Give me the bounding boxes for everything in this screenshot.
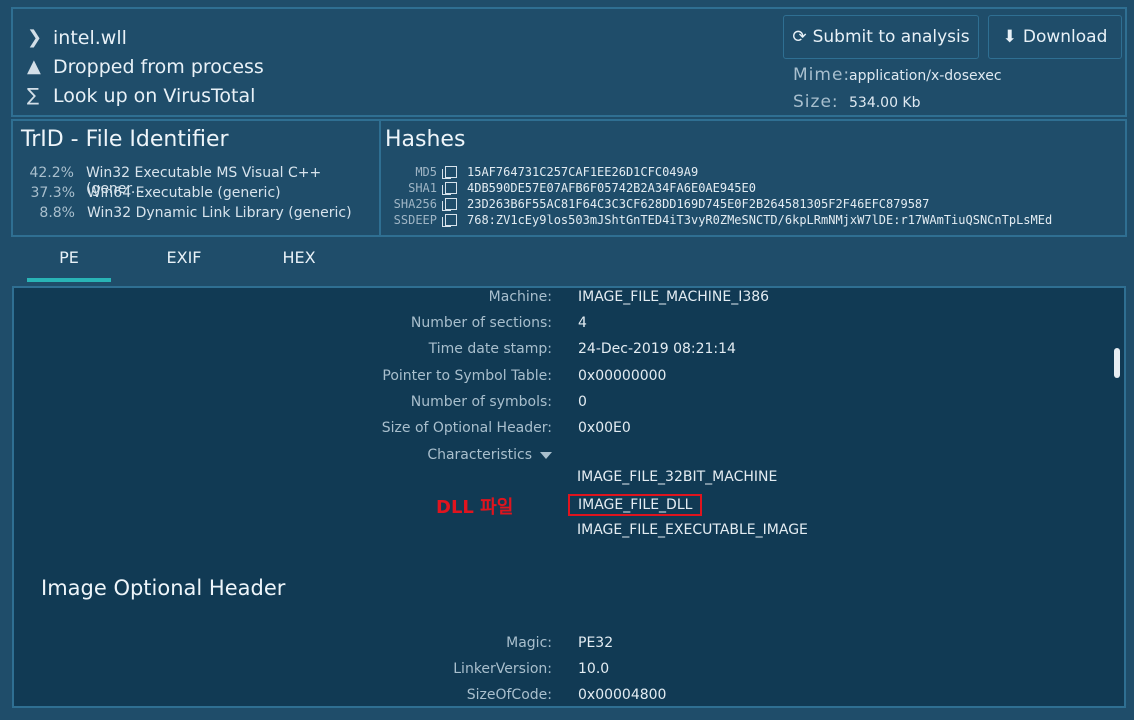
copy-icon[interactable] xyxy=(442,214,457,227)
pe-key: Machine: xyxy=(488,289,552,305)
characteristics-toggle[interactable]: Characteristics xyxy=(14,442,552,468)
pe-row-sections: Number of sections: 4 xyxy=(14,310,587,336)
pe-row-symbol-table: Pointer to Symbol Table: 0x00000000 xyxy=(14,363,666,389)
pe-row-machine: Machine: IMAGE_FILE_MACHINE_I386 xyxy=(14,288,770,310)
hash-key: SHA1 xyxy=(408,181,437,195)
copy-icon[interactable] xyxy=(442,182,457,195)
characteristic-flag-highlighted: IMAGE_FILE_DLL xyxy=(568,494,703,516)
hashes-section: Hashes MD5 15AF764731C257CAF1EE26D1CFC04… xyxy=(381,121,1125,235)
mime-row: Mime: application/x-dosexec xyxy=(793,65,1002,85)
copy-icon[interactable] xyxy=(442,166,457,179)
pe-value: PE32 xyxy=(578,635,614,651)
caret-down-icon xyxy=(540,451,552,459)
file-name-row: ❯ intel.wll xyxy=(27,23,264,52)
file-name: intel.wll xyxy=(53,26,127,49)
pe-row-symbols: Number of symbols: 0 xyxy=(14,389,587,415)
trid-percent: 8.8% xyxy=(39,205,75,221)
hash-row-sha1: SHA1 4DB590DE57E07AFB6F05742B2A34FA6E0AE… xyxy=(381,181,756,195)
pe-key: Pointer to Symbol Table: xyxy=(382,368,552,384)
size-value: 534.00 Kb xyxy=(849,95,921,111)
trid-row: 37.3% Win64 Executable (generic) xyxy=(13,185,281,201)
hash-row-ssdeep: SSDEEP 768:ZV1cEy9los503mJShtGnTED4iT3vy… xyxy=(381,213,1052,227)
size-label: Size: xyxy=(793,92,839,112)
optional-header-title: Image Optional Header xyxy=(41,576,286,600)
pe-value: 0 xyxy=(578,394,587,410)
hash-key: SSDEEP xyxy=(393,213,437,227)
hash-value[interactable]: 15AF764731C257CAF1EE26D1CFC049A9 xyxy=(467,165,698,179)
trid-title: TrID - File Identifier xyxy=(21,127,229,152)
virustotal-link[interactable]: ∑ Look up on VirusTotal xyxy=(27,81,264,110)
dll-annotation: DLL 파일 xyxy=(436,497,514,518)
refresh-icon: ⟳ xyxy=(792,27,807,47)
characteristics-header: Characteristics xyxy=(14,447,552,463)
chevron-right-icon: ❯ xyxy=(27,27,43,48)
opt-row-magic: Magic: PE32 xyxy=(14,630,613,656)
submit-label: Submit to analysis xyxy=(812,27,970,47)
identifier-panel: TrID - File Identifier 42.2% Win32 Execu… xyxy=(11,119,1127,237)
pe-row-timestamp: Time date stamp: 24-Dec-2019 08:21:14 xyxy=(14,336,736,362)
submit-to-analysis-button[interactable]: ⟳ Submit to analysis xyxy=(783,15,979,59)
pe-key: Number of symbols: xyxy=(410,394,552,410)
pe-key: LinkerVersion: xyxy=(453,661,552,677)
characteristic-flag: IMAGE_FILE_32BIT_MACHINE xyxy=(577,469,778,485)
dropped-from-process-link[interactable]: ▲ Dropped from process xyxy=(27,52,264,81)
pe-value: 4 xyxy=(578,315,587,331)
trid-section: TrID - File Identifier 42.2% Win32 Execu… xyxy=(13,121,381,235)
pe-value: 10.0 xyxy=(578,661,610,677)
dropped-from-process-label: Dropped from process xyxy=(53,55,264,78)
trid-label: Win32 Dynamic Link Library (generic) xyxy=(87,205,352,221)
characteristics-label: Characteristics xyxy=(427,447,532,463)
pe-value: 0x00004800 xyxy=(578,687,667,703)
pe-value: 0x00E0 xyxy=(578,420,631,436)
trid-percent: 37.3% xyxy=(30,185,75,201)
tab-exif[interactable]: EXIF xyxy=(142,248,226,278)
pe-value: 24-Dec-2019 08:21:14 xyxy=(578,341,736,357)
pe-key: Size of Optional Header: xyxy=(381,420,552,436)
vertical-scrollbar[interactable] xyxy=(1114,348,1120,378)
opt-row-linker: LinkerVersion: 10.0 xyxy=(14,656,609,682)
hash-row-md5: MD5 15AF764731C257CAF1EE26D1CFC049A9 xyxy=(381,165,698,179)
virustotal-label: Look up on VirusTotal xyxy=(53,84,256,107)
characteristic-flag: IMAGE_FILE_EXECUTABLE_IMAGE xyxy=(577,522,808,538)
pe-key: Number of sections: xyxy=(410,315,552,331)
pe-key: SizeOfCode: xyxy=(466,687,552,703)
trid-row: 8.8% Win32 Dynamic Link Library (generic… xyxy=(13,205,352,221)
mime-label: Mime: xyxy=(793,65,851,85)
hash-row-sha256: SHA256 23D263B6F55AC81F64C3C3CF628DD169D… xyxy=(381,197,929,211)
hash-key: MD5 xyxy=(415,165,437,179)
pe-row-optional-header-size: Size of Optional Header: 0x00E0 xyxy=(14,415,631,441)
tab-pe[interactable]: PE xyxy=(27,248,111,282)
warning-icon: ▲ xyxy=(27,56,41,77)
download-label: Download xyxy=(1022,27,1108,47)
size-row: Size: 534.00 Kb xyxy=(793,92,921,112)
download-button[interactable]: ⬇ Download xyxy=(988,15,1122,59)
pe-key: Magic: xyxy=(506,635,552,651)
hashes-title: Hashes xyxy=(385,127,466,152)
pe-value: 0x00000000 xyxy=(578,368,667,384)
pe-value: IMAGE_FILE_MACHINE_I386 xyxy=(578,289,770,305)
pe-key: Time date stamp: xyxy=(428,341,552,357)
hash-value[interactable]: 23D263B6F55AC81F64C3C3CF628DD169D745E0F2… xyxy=(467,197,929,211)
hash-value[interactable]: 768:ZV1cEy9los503mJShtGnTED4iT3vyR0ZMeSN… xyxy=(467,213,1052,227)
tab-hex[interactable]: HEX xyxy=(257,248,341,278)
pe-content-panel[interactable]: Machine: IMAGE_FILE_MACHINE_I386 Number … xyxy=(12,286,1126,708)
sigma-icon: ∑ xyxy=(27,85,40,106)
trid-label: Win64 Executable (generic) xyxy=(87,185,281,201)
download-icon: ⬇ xyxy=(1002,27,1017,47)
mime-value: application/x-dosexec xyxy=(849,68,1002,84)
hash-value[interactable]: 4DB590DE57E07AFB6F05742B2A34FA6E0AE945E0 xyxy=(467,181,756,195)
file-info-panel: ❯ intel.wll ▲ Dropped from process ∑ Loo… xyxy=(11,7,1127,117)
file-lines: ❯ intel.wll ▲ Dropped from process ∑ Loo… xyxy=(27,23,264,110)
opt-row-sizeofcode: SizeOfCode: 0x00004800 xyxy=(14,682,667,706)
copy-icon[interactable] xyxy=(442,198,457,211)
hash-key: SHA256 xyxy=(393,197,437,211)
